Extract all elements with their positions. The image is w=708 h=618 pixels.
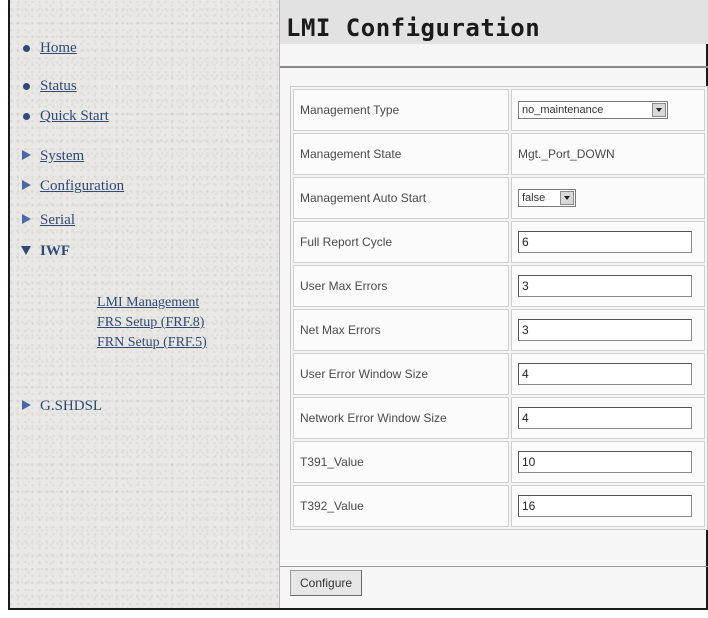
triangle-right-icon bbox=[18, 212, 34, 229]
configure-button[interactable]: Configure bbox=[290, 570, 363, 596]
sidebar-subitem-lmi-management[interactable]: LMI Management bbox=[97, 295, 199, 311]
field-label: T391_Value bbox=[293, 441, 509, 483]
triangle-right-icon bbox=[18, 398, 34, 415]
form-row: Management Auto Start false bbox=[293, 177, 705, 219]
field-label: Full Report Cycle bbox=[293, 221, 509, 263]
form-row: User Max Errors bbox=[293, 265, 705, 307]
sidebar-subitem-frn-setup[interactable]: FRN Setup (FRF.5) bbox=[97, 335, 207, 351]
form-row: T392_Value bbox=[293, 485, 705, 527]
select-value: no_maintenance bbox=[522, 104, 604, 116]
form-row: Network Error Window Size bbox=[293, 397, 705, 439]
divider bbox=[280, 566, 708, 567]
user-error-window-size-input[interactable] bbox=[518, 363, 692, 385]
form-row: Management State Mgt._Port_DOWN bbox=[293, 133, 705, 175]
form-row: T391_Value bbox=[293, 441, 705, 483]
field-label: Management State bbox=[293, 133, 509, 175]
field-label: T392_Value bbox=[293, 485, 509, 527]
sidebar-item-serial[interactable]: Serial bbox=[18, 212, 75, 229]
sidebar-nav: Home Status Quick Start System Configura… bbox=[10, 0, 280, 608]
sidebar-item-label: G.SHDSL bbox=[40, 398, 103, 414]
sidebar-item-system[interactable]: System bbox=[18, 148, 84, 165]
field-label: Management Type bbox=[293, 89, 509, 131]
title-bar: LMI Configuration bbox=[280, 0, 708, 44]
window-frame: Home Status Quick Start System Configura… bbox=[8, 0, 708, 610]
sidebar-item-label: Serial bbox=[40, 212, 75, 228]
sidebar-item-home[interactable]: Home bbox=[18, 40, 77, 57]
form-row: User Error Window Size bbox=[293, 353, 705, 395]
sidebar-item-status[interactable]: Status bbox=[18, 78, 77, 95]
form-row: Management Type no_maintenance bbox=[293, 89, 705, 131]
management-type-select[interactable]: no_maintenance bbox=[518, 101, 668, 119]
sidebar-item-label: Home bbox=[40, 40, 77, 56]
sidebar-item-label: Status bbox=[40, 78, 77, 94]
sidebar-item-label: Configuration bbox=[40, 178, 125, 194]
sidebar-item-label: Quick Start bbox=[40, 108, 109, 124]
triangle-right-icon bbox=[18, 148, 34, 165]
sidebar-subitem-frs-setup[interactable]: FRS Setup (FRF.8) bbox=[97, 315, 204, 331]
form-row: Net Max Errors bbox=[293, 309, 705, 351]
sidebar-item-configuration[interactable]: Configuration bbox=[18, 178, 124, 195]
full-report-cycle-input[interactable] bbox=[518, 231, 692, 253]
sidebar-item-quick-start[interactable]: Quick Start bbox=[18, 108, 109, 125]
page-title: LMI Configuration bbox=[286, 14, 541, 42]
t391-value-input[interactable] bbox=[518, 451, 692, 473]
network-error-window-size-input[interactable] bbox=[518, 407, 692, 429]
select-value: false bbox=[522, 192, 546, 204]
field-label: Net Max Errors bbox=[293, 309, 509, 351]
auto-start-select[interactable]: false bbox=[518, 189, 576, 207]
dot-icon bbox=[18, 40, 34, 57]
field-label: Management Auto Start bbox=[293, 177, 509, 219]
triangle-down-icon bbox=[18, 243, 34, 260]
form-row: Full Report Cycle bbox=[293, 221, 705, 263]
user-max-errors-input[interactable] bbox=[518, 275, 692, 297]
main-panel: LMI Configuration Management Type no_mai… bbox=[280, 0, 708, 608]
t392-value-input[interactable] bbox=[518, 495, 692, 517]
divider bbox=[280, 66, 708, 68]
net-max-errors-input[interactable] bbox=[518, 319, 692, 341]
management-state-value: Mgt._Port_DOWN bbox=[511, 133, 705, 175]
sidebar-item-label: System bbox=[40, 148, 85, 164]
lmi-config-form: Management Type no_maintenance Managemen… bbox=[290, 86, 708, 530]
sidebar-item-iwf[interactable]: IWF bbox=[18, 243, 70, 260]
sidebar-item-label: IWF bbox=[40, 243, 70, 259]
chevron-down-icon bbox=[652, 103, 666, 117]
sidebar-item-gshdsl[interactable]: G.SHDSL bbox=[18, 398, 102, 415]
field-label: Network Error Window Size bbox=[293, 397, 509, 439]
dot-icon bbox=[18, 78, 34, 95]
triangle-right-icon bbox=[18, 178, 34, 195]
chevron-down-icon bbox=[560, 191, 574, 205]
dot-icon bbox=[18, 108, 34, 125]
field-label: User Error Window Size bbox=[293, 353, 509, 395]
field-label: User Max Errors bbox=[293, 265, 509, 307]
